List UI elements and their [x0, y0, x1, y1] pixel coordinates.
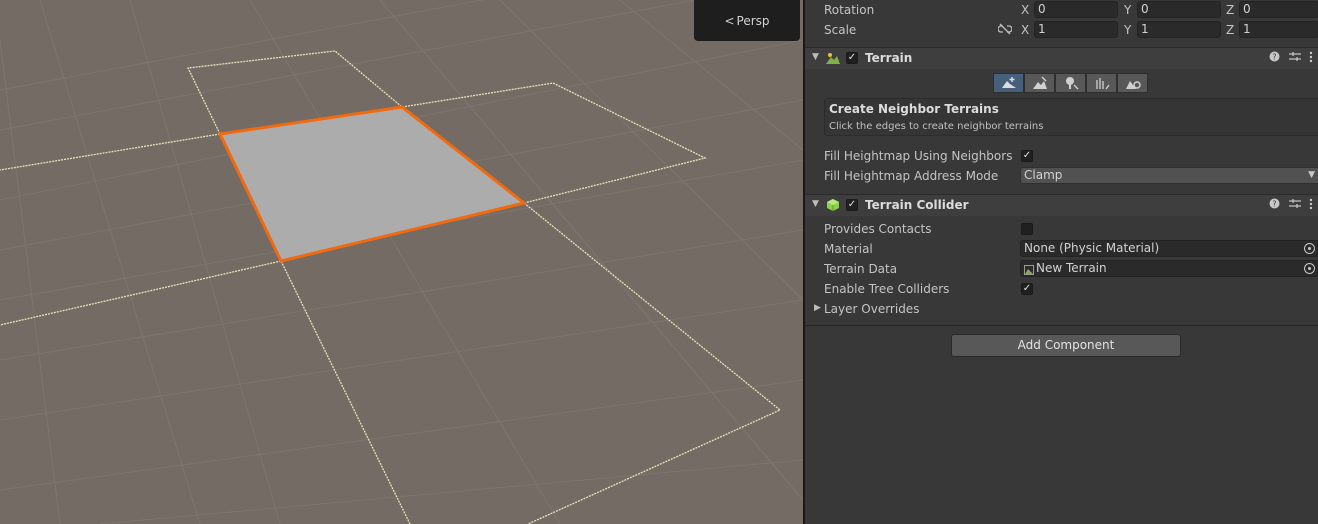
material-value: None (Physic Material) [1024, 241, 1160, 255]
component-separator [805, 325, 1318, 326]
terrain-collider-component-header[interactable]: ▼ ✓ Terrain Collider ? [805, 194, 1318, 216]
scene-view[interactable]: < Persp [0, 0, 803, 524]
foldout-arrow-icon[interactable]: ▼ [812, 199, 819, 209]
scale-x-field[interactable]: 1 [1034, 21, 1118, 38]
scale-z-axis-label: Z [1226, 23, 1235, 37]
rotation-row: Rotation X 0 Y 0 Z 0 [805, 0, 1318, 20]
scale-y-axis-label: Y [1124, 23, 1132, 37]
material-row: Material None (Physic Material) [805, 239, 1318, 259]
address-mode-dropdown[interactable]: Clamp ▼ [1020, 167, 1318, 184]
layer-overrides-label: Layer Overrides [824, 302, 920, 316]
help-icon[interactable]: ? [1269, 51, 1280, 65]
foldout-collapsed-arrow-icon[interactable]: ▶ [814, 303, 821, 313]
terrain-enabled-checkbox[interactable]: ✓ [846, 52, 858, 64]
collider-component-icon [826, 198, 840, 212]
rotation-label: Rotation [824, 3, 875, 17]
scale-x-axis-label: X [1021, 23, 1030, 37]
layer-overrides-foldout[interactable]: ▶ Layer Overrides [805, 299, 1318, 319]
info-box-title: Create Neighbor Terrains [829, 102, 999, 116]
address-mode-label: Fill Heightmap Address Mode [824, 169, 999, 183]
scale-row: Scale X 1 Y 1 Z 1 [805, 20, 1318, 40]
selected-terrain-tile[interactable] [217, 105, 528, 263]
terrain-data-object-field[interactable]: New Terrain [1020, 260, 1318, 277]
provides-contacts-checkbox[interactable] [1021, 223, 1033, 235]
preset-settings-icon[interactable] [1289, 51, 1301, 65]
persp-icon: < [724, 13, 735, 28]
object-picker-icon[interactable] [1304, 263, 1315, 274]
enable-tree-colliders-label: Enable Tree Colliders [824, 282, 950, 296]
terrain-data-label: Terrain Data [824, 262, 898, 276]
rotation-y-field[interactable]: 0 [1137, 1, 1221, 18]
create-neighbor-terrains-icon [1001, 77, 1016, 88]
material-label: Material [824, 242, 873, 256]
rotation-x-axis-label: X [1021, 3, 1030, 17]
provides-contacts-label: Provides Contacts [824, 222, 932, 236]
svg-text:?: ? [1272, 200, 1276, 209]
paint-trees-tool-button[interactable] [1055, 73, 1086, 93]
terrain-settings-icon [1125, 81, 1141, 89]
foldout-arrow-icon[interactable]: ▼ [812, 52, 819, 62]
svg-text:?: ? [1272, 53, 1276, 62]
terrain-data-asset-icon [1024, 264, 1034, 279]
material-object-field[interactable]: None (Physic Material) [1020, 240, 1318, 257]
dropdown-arrow-icon: ▼ [1308, 170, 1315, 180]
add-component-button[interactable]: Add Component [951, 334, 1181, 357]
info-box-text: Click the edges to create neighbor terra… [829, 121, 1044, 132]
provides-contacts-row: Provides Contacts [805, 219, 1318, 239]
terrain-data-row: Terrain Data New Terrain [805, 259, 1318, 279]
terrain-data-value: New Terrain [1036, 261, 1107, 275]
rotation-y-axis-label: Y [1124, 3, 1132, 17]
terrain-settings-tool-button[interactable] [1117, 73, 1148, 93]
enable-tree-colliders-row: Enable Tree Colliders ✓ [805, 279, 1318, 299]
kebab-menu-icon[interactable] [1309, 198, 1313, 213]
create-neighbor-terrains-tool-button[interactable] [993, 73, 1024, 93]
fill-heightmap-label: Fill Heightmap Using Neighbors [824, 149, 1013, 163]
fill-heightmap-checkbox[interactable]: ✓ [1021, 150, 1033, 162]
help-icon[interactable]: ? [1269, 198, 1280, 212]
fill-heightmap-row: Fill Heightmap Using Neighbors ✓ [805, 146, 1318, 166]
rotation-z-axis-label: Z [1226, 3, 1235, 17]
scale-z-field[interactable]: 1 [1239, 21, 1318, 38]
rotation-z-field[interactable]: 0 [1239, 1, 1318, 18]
paint-details-icon [1095, 78, 1110, 90]
terrain-collider-enabled-checkbox[interactable]: ✓ [846, 199, 858, 211]
paint-details-tool-button[interactable] [1086, 73, 1117, 93]
ground-grid [0, 0, 803, 524]
address-mode-value: Clamp [1024, 168, 1063, 182]
enable-tree-colliders-checkbox[interactable]: ✓ [1021, 283, 1033, 295]
terrain-component-title: Terrain [865, 51, 913, 65]
scale-y-field[interactable]: 1 [1137, 21, 1221, 38]
persp-label: Persp [736, 13, 770, 28]
address-mode-row: Fill Heightmap Address Mode Clamp ▼ [805, 166, 1318, 186]
terrain-component-icon [826, 51, 840, 65]
terrain-component-header[interactable]: ▼ ✓ Terrain ? [805, 47, 1318, 69]
paint-trees-icon [1065, 77, 1078, 90]
paint-terrain-tool-button[interactable] [1024, 73, 1055, 93]
rotation-x-field[interactable]: 0 [1034, 1, 1118, 18]
scale-label: Scale [824, 23, 857, 37]
inspector-panel: Rotation X 0 Y 0 Z 0 Scale X 1 Y 1 Z 1 ▼… [805, 0, 1318, 524]
create-neighbor-info-box: Create Neighbor Terrains Click the edges… [824, 98, 1318, 136]
object-picker-icon[interactable] [1304, 243, 1315, 254]
constrain-proportions-icon[interactable] [997, 23, 1013, 38]
paint-terrain-icon [1032, 76, 1047, 89]
kebab-menu-icon[interactable] [1309, 51, 1313, 66]
preset-settings-icon[interactable] [1289, 198, 1301, 212]
persp-toggle[interactable]: < Persp [694, 0, 800, 41]
terrain-collider-title: Terrain Collider [865, 198, 969, 212]
scene-canvas[interactable] [0, 0, 803, 524]
